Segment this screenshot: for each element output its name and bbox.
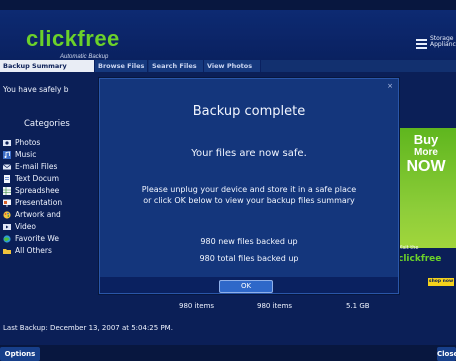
total-files-count: 980 total files backed up bbox=[199, 254, 299, 263]
ad-buy: Buy bbox=[413, 132, 439, 147]
shop-now-button[interactable]: shop now bbox=[428, 278, 454, 286]
close-button[interactable]: Close bbox=[437, 347, 456, 361]
dialog-title: Backup complete bbox=[192, 104, 306, 119]
backup-complete-dialog: × Backup complete Your files are now saf… bbox=[99, 78, 399, 294]
category-label: Artwork and bbox=[15, 210, 61, 219]
category-label: Text Docum bbox=[15, 174, 60, 183]
category-label: Favorite We bbox=[15, 234, 59, 243]
category-all-others[interactable]: All Others bbox=[0, 245, 110, 257]
safely-backed-up-text: You have safely b bbox=[3, 85, 69, 94]
spreadsheet-icon bbox=[3, 187, 11, 195]
category-photos[interactable]: Photos bbox=[0, 137, 110, 149]
text-document-icon bbox=[4, 175, 10, 183]
artwork-icon bbox=[3, 211, 11, 219]
options-button[interactable]: Options bbox=[0, 347, 40, 361]
ad-clickfree-logo: clickfree bbox=[398, 254, 442, 264]
category-music[interactable]: Music bbox=[0, 149, 110, 161]
category-presentations[interactable]: Presentation bbox=[0, 197, 110, 209]
category-label: Video bbox=[15, 222, 37, 231]
category-text-documents[interactable]: Text Docum bbox=[0, 173, 110, 185]
partner-logo-icon bbox=[416, 39, 427, 49]
clickfree-window: clickfree Automatic Backup Storage Appli… bbox=[0, 0, 456, 361]
ad-visit-text: Visit the bbox=[398, 245, 419, 251]
buy-more-ad[interactable]: Buy More NOW Visit the clickfree shop no… bbox=[396, 128, 456, 296]
dialog-instructions: Please unplug your device and store it i… bbox=[100, 184, 398, 206]
category-label: All Others bbox=[15, 246, 52, 255]
tab-view-photos[interactable]: View Photos bbox=[204, 60, 261, 72]
last-backup-text: Last Backup: December 13, 2007 at 5:04:2… bbox=[3, 324, 173, 332]
category-label: Spreadshee bbox=[15, 186, 60, 195]
bottom-bar bbox=[0, 345, 456, 361]
clickfree-logo: clickfree Automatic Backup bbox=[26, 28, 120, 61]
total-items-new: 980 items bbox=[179, 302, 215, 310]
instruction-line-1: Please unplug your device and store it i… bbox=[141, 185, 357, 194]
files-safe-message: Your files are now safe. bbox=[191, 148, 307, 159]
category-label: Music bbox=[15, 150, 37, 159]
favorite-web-icon bbox=[3, 235, 11, 243]
category-label: Presentation bbox=[15, 198, 63, 207]
video-icon bbox=[3, 224, 11, 230]
instruction-line-2: or click OK below to view your backup fi… bbox=[143, 196, 355, 205]
buy-more-now-text: Buy More NOW bbox=[396, 133, 456, 175]
category-artwork[interactable]: Artwork and bbox=[0, 209, 110, 221]
category-label: E-mail Files bbox=[15, 162, 58, 171]
category-spreadsheets[interactable]: Spreadshee bbox=[0, 185, 110, 197]
photo-icon bbox=[3, 140, 11, 146]
tab-browse-files[interactable]: Browse Files bbox=[95, 60, 148, 72]
total-items-all: 980 items bbox=[257, 302, 293, 310]
ok-button[interactable]: OK bbox=[219, 280, 273, 293]
category-video[interactable]: Video bbox=[0, 221, 110, 233]
tab-search-files[interactable]: Search Files bbox=[149, 60, 204, 72]
close-icon[interactable]: × bbox=[387, 82, 393, 90]
tab-bar: Backup Summary Browse Files Search Files… bbox=[0, 60, 456, 72]
total-size: 5.1 GB bbox=[346, 302, 370, 310]
presentation-icon bbox=[3, 199, 11, 207]
partner-logo: Storage Appliance bbox=[416, 36, 456, 54]
ad-now: NOW bbox=[406, 158, 446, 175]
title-bar bbox=[0, 0, 456, 10]
category-label: Photos bbox=[15, 138, 41, 147]
categories-heading: Categories bbox=[24, 119, 70, 129]
email-icon bbox=[3, 164, 11, 170]
new-files-count: 980 new files backed up bbox=[200, 237, 298, 246]
music-icon bbox=[3, 151, 11, 159]
category-favorite-web[interactable]: Favorite We bbox=[0, 233, 110, 245]
all-others-icon bbox=[3, 249, 11, 254]
category-email-files[interactable]: E-mail Files bbox=[0, 161, 110, 173]
tab-backup-summary[interactable]: Backup Summary bbox=[0, 60, 95, 72]
partner-logo-text: Storage Appliance bbox=[430, 35, 456, 48]
